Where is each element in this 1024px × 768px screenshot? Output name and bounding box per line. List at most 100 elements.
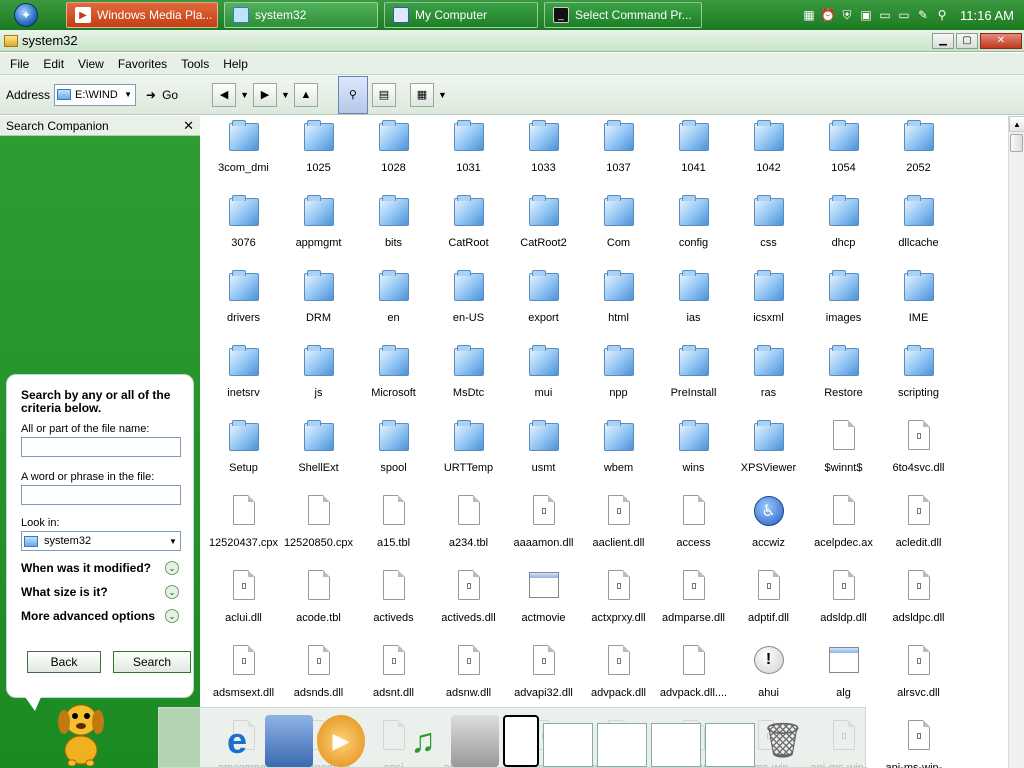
music-icon[interactable]: ♫ bbox=[399, 715, 447, 767]
file-item[interactable]: admparse.dll bbox=[656, 568, 731, 643]
vertical-scrollbar[interactable]: ▲ bbox=[1008, 116, 1024, 768]
folder-item[interactable]: images bbox=[806, 268, 881, 343]
folder-item[interactable]: mui bbox=[506, 343, 581, 418]
taskbar-item-command-prompt[interactable]: _ Select Command Pr... bbox=[544, 2, 702, 28]
folder-item[interactable]: Restore bbox=[806, 343, 881, 418]
search-button[interactable]: Search bbox=[113, 651, 191, 673]
file-item[interactable]: alrsvc.dll bbox=[881, 643, 956, 718]
folder-item[interactable]: 2052 bbox=[881, 118, 956, 193]
folder-item[interactable]: appmgmt bbox=[281, 193, 356, 268]
alarm-icon[interactable]: ⏰ bbox=[821, 8, 836, 22]
folder-item[interactable]: wbem bbox=[581, 418, 656, 493]
window-thumbnail[interactable] bbox=[705, 723, 755, 767]
media-player-icon[interactable]: ▶ bbox=[317, 715, 365, 767]
window-thumbnail[interactable] bbox=[597, 723, 647, 767]
maximize-button[interactable]: ▢ bbox=[956, 32, 978, 49]
folder-item[interactable]: spool bbox=[356, 418, 431, 493]
forward-history-dropdown[interactable]: ▼ bbox=[281, 90, 290, 100]
file-item[interactable]: adsldp.dll bbox=[806, 568, 881, 643]
folder-item[interactable]: en bbox=[356, 268, 431, 343]
tools-icon[interactable]: ✎ bbox=[916, 8, 930, 22]
folder-item[interactable]: CatRoot bbox=[431, 193, 506, 268]
folder-item[interactable]: 1042 bbox=[731, 118, 806, 193]
file-item[interactable]: api-ms-win-... bbox=[881, 718, 956, 768]
chevron-down-icon[interactable]: ⌄ bbox=[165, 585, 179, 599]
look-in-select[interactable]: system32 ▼ bbox=[21, 531, 181, 551]
taskbar-item-my-computer[interactable]: My Computer bbox=[384, 2, 538, 28]
folder-item[interactable]: 1031 bbox=[431, 118, 506, 193]
file-item[interactable]: activeds.dll bbox=[431, 568, 506, 643]
folder-item[interactable]: Setup bbox=[206, 418, 281, 493]
address-combo[interactable]: E:\WIND ▼ bbox=[54, 83, 137, 106]
chevron-down-icon[interactable]: ▼ bbox=[166, 537, 180, 546]
folder-item[interactable]: 1033 bbox=[506, 118, 581, 193]
folder-item[interactable]: Microsoft bbox=[356, 343, 431, 418]
window-title-bar[interactable]: system32 ▁ ▢ ✕ bbox=[0, 30, 1024, 52]
menu-tools[interactable]: Tools bbox=[181, 57, 209, 71]
taskbar-item-system32[interactable]: system32 bbox=[224, 2, 378, 28]
folder-item[interactable]: en-US bbox=[431, 268, 506, 343]
file-item[interactable]: acelpdec.ax bbox=[806, 493, 881, 568]
folder-item[interactable]: inetsrv bbox=[206, 343, 281, 418]
search-icon[interactable]: ⚲ bbox=[935, 8, 949, 22]
file-item[interactable]: adsldpc.dll bbox=[881, 568, 956, 643]
folder-item[interactable]: export bbox=[506, 268, 581, 343]
display-icon[interactable]: ▭ bbox=[897, 8, 911, 22]
folder-item[interactable]: scripting bbox=[881, 343, 956, 418]
folder-item[interactable]: 1037 bbox=[581, 118, 656, 193]
close-button[interactable]: ✕ bbox=[980, 32, 1022, 49]
advanced-option[interactable]: More advanced options ⌄ bbox=[21, 609, 179, 623]
search-toggle-button[interactable]: ⚲ bbox=[337, 75, 368, 114]
network-icon[interactable]: ▣ bbox=[859, 8, 873, 22]
folder-item[interactable]: 3com_dmi bbox=[206, 118, 281, 193]
folder-item[interactable]: ras bbox=[731, 343, 806, 418]
views-button[interactable]: ▦ bbox=[409, 82, 434, 107]
file-name-field[interactable] bbox=[21, 437, 181, 457]
file-item[interactable]: ♿ accwiz bbox=[731, 493, 806, 568]
scroll-up-arrow-icon[interactable]: ▲ bbox=[1009, 116, 1024, 132]
file-item[interactable]: 12520437.cpx bbox=[206, 493, 281, 568]
menu-edit[interactable]: Edit bbox=[43, 57, 64, 71]
folder-item[interactable]: usmt bbox=[506, 418, 581, 493]
file-item[interactable]: access bbox=[656, 493, 731, 568]
phrase-field[interactable] bbox=[21, 485, 181, 505]
shield-icon[interactable]: ⛨ bbox=[840, 8, 854, 22]
file-item[interactable]: actmovie bbox=[506, 568, 581, 643]
folder-item[interactable]: dhcp bbox=[806, 193, 881, 268]
file-item[interactable]: 12520850.cpx bbox=[281, 493, 356, 568]
internet-explorer-icon[interactable]: e bbox=[213, 715, 261, 767]
folder-item[interactable]: css bbox=[731, 193, 806, 268]
folder-item[interactable]: MsDtc bbox=[431, 343, 506, 418]
file-item[interactable]: aclui.dll bbox=[206, 568, 281, 643]
chevron-down-icon[interactable]: ⌄ bbox=[165, 561, 179, 575]
file-item[interactable]: adptif.dll bbox=[731, 568, 806, 643]
menu-help[interactable]: Help bbox=[223, 57, 248, 71]
folder-item[interactable]: 1041 bbox=[656, 118, 731, 193]
file-item[interactable]: activeds bbox=[356, 568, 431, 643]
folder-item[interactable]: npp bbox=[581, 343, 656, 418]
folder-item[interactable]: ias bbox=[656, 268, 731, 343]
file-item[interactable]: 6to4svc.dll bbox=[881, 418, 956, 493]
folder-item[interactable]: bits bbox=[356, 193, 431, 268]
forward-button[interactable]: ▶ bbox=[253, 82, 278, 107]
folder-item[interactable]: config bbox=[656, 193, 731, 268]
mail-icon[interactable] bbox=[265, 715, 313, 767]
folder-item[interactable]: 3076 bbox=[206, 193, 281, 268]
file-item[interactable]: $winnt$ bbox=[806, 418, 881, 493]
size-option[interactable]: What size is it? ⌄ bbox=[21, 585, 179, 599]
folder-item[interactable]: wins bbox=[656, 418, 731, 493]
chevron-down-icon[interactable]: ▼ bbox=[121, 90, 135, 99]
folder-item[interactable]: 1054 bbox=[806, 118, 881, 193]
finder-icon[interactable] bbox=[451, 715, 499, 767]
folder-item[interactable]: icsxml bbox=[731, 268, 806, 343]
menu-file[interactable]: File bbox=[10, 57, 29, 71]
minimize-button[interactable]: ▁ bbox=[932, 32, 954, 49]
folder-item[interactable]: XPSViewer bbox=[731, 418, 806, 493]
folder-item[interactable]: html bbox=[581, 268, 656, 343]
folder-item[interactable]: URTTemp bbox=[431, 418, 506, 493]
monitor-icon[interactable]: ▭ bbox=[878, 8, 892, 22]
chevron-down-icon[interactable]: ⌄ bbox=[165, 609, 179, 623]
document-icon[interactable] bbox=[503, 715, 539, 767]
trash-icon[interactable]: 🗑 bbox=[759, 715, 807, 767]
folder-item[interactable]: 1025 bbox=[281, 118, 356, 193]
